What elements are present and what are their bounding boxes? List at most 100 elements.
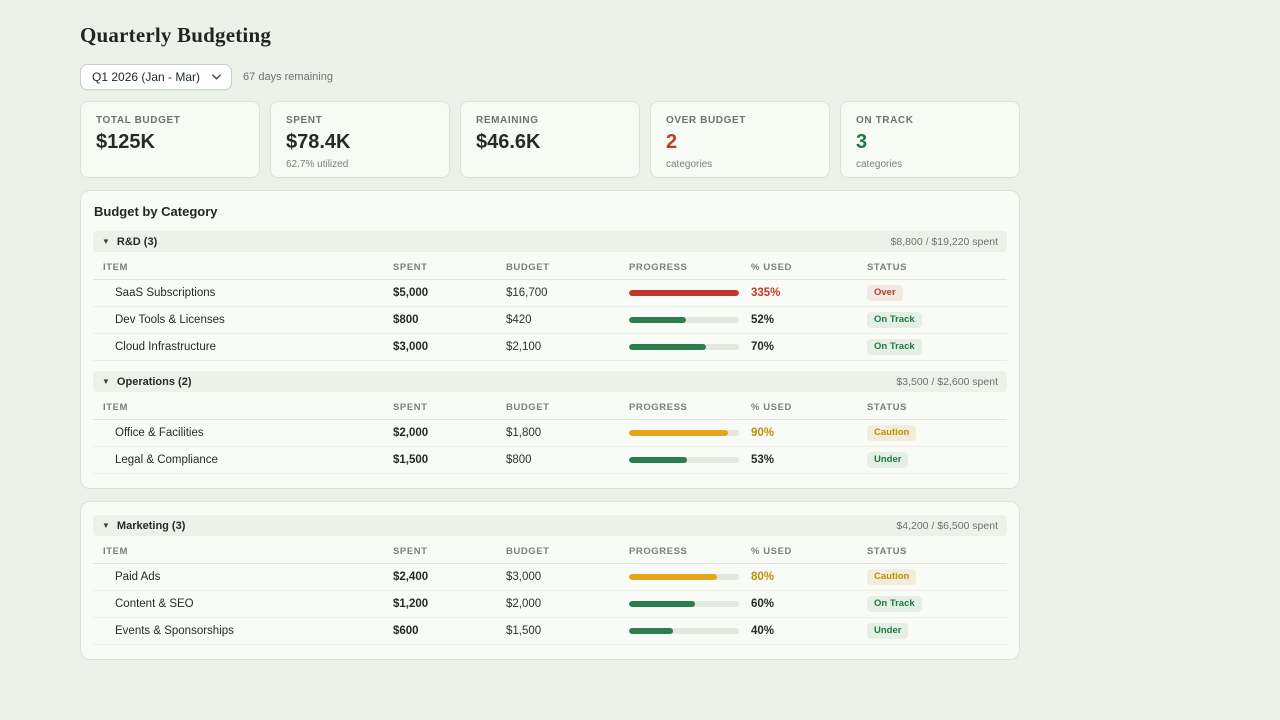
- progress-fill: [629, 430, 728, 436]
- controls-row: Q1 2026 (Jan - Mar) 67 days remaining: [80, 64, 1020, 89]
- column-header: % USED: [751, 402, 867, 413]
- budget-value: $1,500: [506, 625, 629, 637]
- column-header-row: ITEMSPENTBUDGETPROGRESS% USEDSTATUS: [93, 395, 1007, 420]
- percent-used: 40%: [751, 625, 867, 637]
- stat-card: ON TRACK 3 categories: [840, 101, 1020, 178]
- percent-used: 80%: [751, 571, 867, 583]
- spent-value: $800: [393, 314, 506, 326]
- budget-value: $800: [506, 454, 629, 466]
- progress-bar: [629, 344, 739, 350]
- progress-fill: [629, 457, 687, 463]
- progress-fill: [629, 344, 706, 350]
- column-header: PROGRESS: [629, 262, 751, 273]
- item-name: Dev Tools & Licenses: [93, 314, 393, 326]
- spent-value: $1,200: [393, 598, 506, 610]
- percent-used: 90%: [751, 427, 867, 439]
- stat-value: $125K: [96, 131, 244, 154]
- table-row: Paid Ads $2,400 $3,000 80% Caution: [93, 564, 1007, 591]
- days-remaining: 67 days remaining: [243, 71, 333, 83]
- stat-card: REMAINING $46.6K: [460, 101, 640, 178]
- period-select[interactable]: Q1 2026 (Jan - Mar): [80, 64, 232, 90]
- group-summary: $4,200 / $6,500 spent: [896, 520, 998, 532]
- column-header: ITEM: [93, 262, 393, 273]
- stat-card: SPENT $78.4K 62.7% utilized: [270, 101, 450, 178]
- column-header: PROGRESS: [629, 546, 751, 557]
- category-group: ▼ Operations (2) $3,500 / $2,600 spent I…: [93, 371, 1007, 474]
- column-header: % USED: [751, 546, 867, 557]
- stats-row: TOTAL BUDGET $125K SPENT $78.4K 62.7% ut…: [80, 101, 1020, 178]
- table-row: SaaS Subscriptions $5,000 $16,700 335% O…: [93, 280, 1007, 307]
- progress-fill: [629, 601, 695, 607]
- column-header: % USED: [751, 262, 867, 273]
- table-row: Events & Sponsorships $600 $1,500 40% Un…: [93, 618, 1007, 645]
- column-header-row: ITEMSPENTBUDGETPROGRESS% USEDSTATUS: [93, 255, 1007, 280]
- column-header: BUDGET: [506, 546, 629, 557]
- column-header: PROGRESS: [629, 402, 751, 413]
- column-header: STATUS: [867, 402, 1007, 413]
- stat-value: 2: [666, 131, 814, 154]
- progress-bar: [629, 601, 739, 607]
- table-row: Cloud Infrastructure $3,000 $2,100 70% O…: [93, 334, 1007, 361]
- budget-value: $2,100: [506, 341, 629, 353]
- item-name: SaaS Subscriptions: [93, 287, 393, 299]
- table-row: Content & SEO $1,200 $2,000 60% On Track: [93, 591, 1007, 618]
- group-header[interactable]: ▼ Marketing (3) $4,200 / $6,500 spent: [93, 515, 1007, 536]
- item-name: Events & Sponsorships: [93, 625, 393, 637]
- budget-value: $1,800: [506, 427, 629, 439]
- period-select-value: Q1 2026 (Jan - Mar): [92, 70, 200, 84]
- panels: Budget by Category ▼ R&D (3) $8,800 / $1…: [80, 190, 1020, 660]
- status-badge: Caution: [867, 425, 916, 441]
- stat-card: TOTAL BUDGET $125K: [80, 101, 260, 178]
- percent-used: 335%: [751, 287, 867, 299]
- percent-used: 60%: [751, 598, 867, 610]
- item-name: Office & Facilities: [93, 427, 393, 439]
- spent-value: $600: [393, 625, 506, 637]
- spent-value: $5,000: [393, 287, 506, 299]
- status-badge: Under: [867, 623, 908, 639]
- group-name: Operations (2): [117, 376, 192, 388]
- item-name: Legal & Compliance: [93, 454, 393, 466]
- category-group: ▼ R&D (3) $8,800 / $19,220 spent ITEMSPE…: [93, 231, 1007, 361]
- stat-label: SPENT: [286, 115, 434, 126]
- item-name: Content & SEO: [93, 598, 393, 610]
- progress-fill: [629, 290, 739, 296]
- group-header[interactable]: ▼ R&D (3) $8,800 / $19,220 spent: [93, 231, 1007, 252]
- stat-value: $46.6K: [476, 131, 624, 154]
- page-title: Quarterly Budgeting: [80, 23, 1020, 48]
- group-rows: SaaS Subscriptions $5,000 $16,700 335% O…: [93, 280, 1007, 361]
- group-header[interactable]: ▼ Operations (2) $3,500 / $2,600 spent: [93, 371, 1007, 392]
- spent-value: $1,500: [393, 454, 506, 466]
- stat-card: OVER BUDGET 2 categories: [650, 101, 830, 178]
- column-header: SPENT: [393, 402, 506, 413]
- spent-value: $3,000: [393, 341, 506, 353]
- percent-used: 52%: [751, 314, 867, 326]
- stat-value: $78.4K: [286, 131, 434, 154]
- column-header: SPENT: [393, 546, 506, 557]
- budget-value: $16,700: [506, 287, 629, 299]
- stat-label: REMAINING: [476, 115, 624, 126]
- progress-fill: [629, 628, 673, 634]
- budget-panel: Budget by Category ▼ R&D (3) $8,800 / $1…: [80, 190, 1020, 489]
- progress-bar: [629, 574, 739, 580]
- group-rows: Paid Ads $2,400 $3,000 80% Caution Conte…: [93, 564, 1007, 645]
- stat-sub: 62.7% utilized: [286, 159, 434, 170]
- progress-bar: [629, 317, 739, 323]
- percent-used: 70%: [751, 341, 867, 353]
- table-row: Office & Facilities $2,000 $1,800 90% Ca…: [93, 420, 1007, 447]
- group-summary: $3,500 / $2,600 spent: [896, 376, 998, 388]
- status-badge: On Track: [867, 339, 922, 355]
- progress-bar: [629, 628, 739, 634]
- item-name: Cloud Infrastructure: [93, 341, 393, 353]
- panel-title: Budget by Category: [94, 204, 1007, 219]
- collapse-triangle-icon: ▼: [102, 238, 110, 246]
- spent-value: $2,400: [393, 571, 506, 583]
- collapse-triangle-icon: ▼: [102, 522, 110, 530]
- chevron-down-icon: [212, 74, 221, 80]
- column-header: STATUS: [867, 262, 1007, 273]
- column-header: ITEM: [93, 546, 393, 557]
- status-badge: On Track: [867, 312, 922, 328]
- stat-label: OVER BUDGET: [666, 115, 814, 126]
- column-header: SPENT: [393, 262, 506, 273]
- progress-bar: [629, 290, 739, 296]
- column-header: ITEM: [93, 402, 393, 413]
